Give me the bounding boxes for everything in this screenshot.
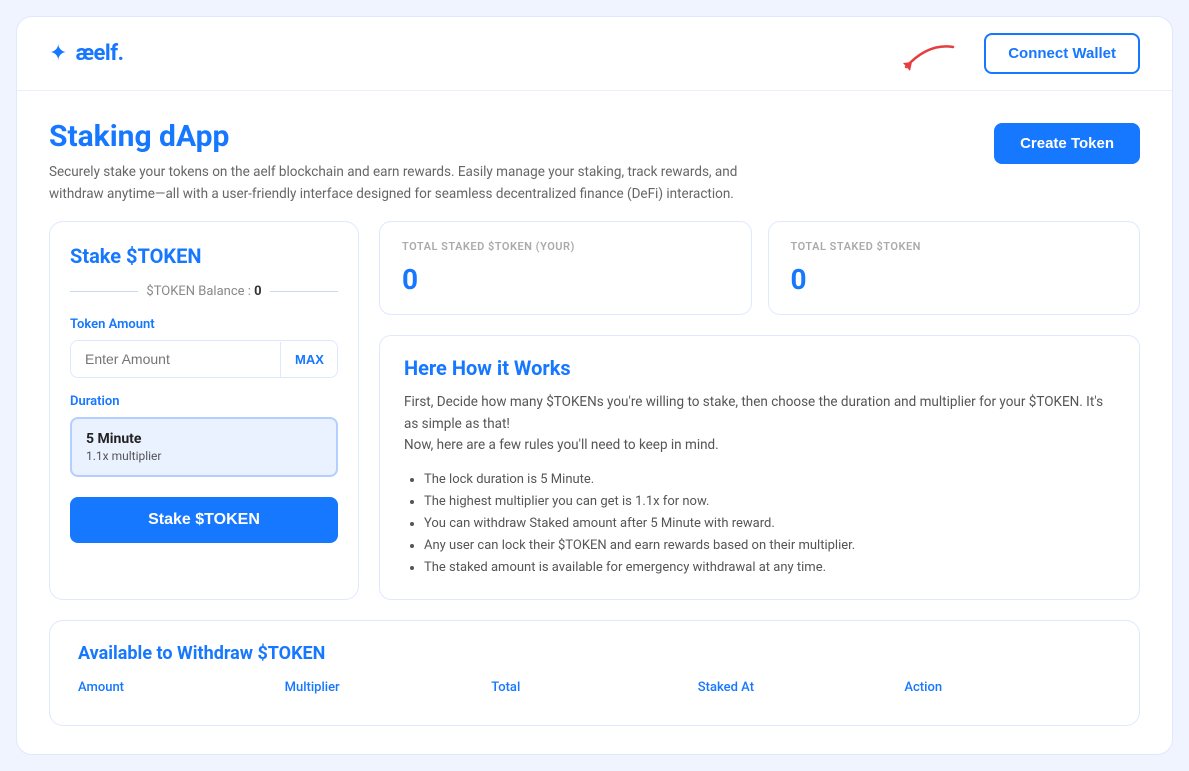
duration-option[interactable]: 5 Minute 1.1x multiplier — [70, 417, 338, 477]
rule-item: The highest multiplier you can get is 1.… — [424, 491, 1115, 513]
balance-label: $TOKEN Balance : 0 — [146, 284, 261, 299]
stats-row: TOTAL STAKED $TOKEN (YOUR) 0 TOTAL STAKE… — [379, 221, 1140, 315]
rule-item: Any user can lock their $TOKEN and earn … — [424, 535, 1115, 557]
duration-option-sub: 1.1x multiplier — [86, 449, 322, 463]
logo-text: æelf. — [75, 41, 123, 66]
duration-label: Duration — [70, 394, 338, 409]
max-button[interactable]: MAX — [280, 342, 338, 377]
main-card: ✦ æelf. Connect Wallet Staking dApp Secu… — [16, 16, 1173, 755]
balance-line-left — [70, 291, 138, 292]
main-grid: Stake $TOKEN $TOKEN Balance : 0 Token Am… — [49, 221, 1140, 600]
page-header-left: Staking dApp Securely stake your tokens … — [49, 119, 749, 205]
duration-option-title: 5 Minute — [86, 431, 322, 447]
stake-button[interactable]: Stake $TOKEN — [70, 497, 338, 543]
create-token-button[interactable]: Create Token — [994, 123, 1140, 164]
app-container: ✦ æelf. Connect Wallet Staking dApp Secu… — [0, 0, 1189, 771]
rule-item: You can withdraw Staked amount after 5 M… — [424, 513, 1115, 535]
header: ✦ æelf. Connect Wallet — [17, 17, 1172, 91]
col-staked-at: Staked At — [698, 680, 905, 695]
page-title: Staking dApp — [49, 119, 749, 154]
how-it-works-card: Here How it Works First, Decide how many… — [379, 335, 1140, 600]
table-header: Amount Multiplier Total Staked At Action — [78, 680, 1111, 703]
how-intro-line1: First, Decide how many $TOKENs you're wi… — [404, 392, 1115, 457]
col-amount: Amount — [78, 680, 285, 695]
page-description: Securely stake your tokens on the aelf b… — [49, 162, 749, 205]
connect-wallet-button[interactable]: Connect Wallet — [984, 33, 1140, 74]
your-staked-label: TOTAL STAKED $TOKEN (YOUR) — [402, 240, 729, 253]
logo-icon: ✦ — [49, 41, 67, 66]
your-staked-value: 0 — [402, 263, 729, 296]
col-total: Total — [491, 680, 698, 695]
balance-line-right — [270, 291, 338, 292]
your-staked-card: TOTAL STAKED $TOKEN (YOUR) 0 — [379, 221, 752, 315]
balance-value: 0 — [254, 284, 261, 299]
withdraw-title: Available to Withdraw $TOKEN — [78, 643, 1111, 664]
balance-row: $TOKEN Balance : 0 — [70, 284, 338, 299]
total-staked-value: 0 — [791, 263, 1118, 296]
total-staked-label: TOTAL STAKED $TOKEN — [791, 240, 1118, 253]
how-rules-list: The lock duration is 5 Minute. The highe… — [404, 469, 1115, 579]
total-staked-card: TOTAL STAKED $TOKEN 0 — [768, 221, 1141, 315]
amount-input[interactable] — [71, 341, 280, 377]
logo-area: ✦ æelf. — [49, 41, 123, 66]
connect-wallet-area: Connect Wallet — [984, 33, 1140, 74]
amount-input-row: MAX — [70, 340, 338, 378]
col-action: Action — [904, 680, 1111, 695]
right-panel: TOTAL STAKED $TOKEN (YOUR) 0 TOTAL STAKE… — [379, 221, 1140, 600]
token-amount-label: Token Amount — [70, 317, 338, 332]
withdraw-section: Available to Withdraw $TOKEN Amount Mult… — [49, 620, 1140, 726]
rule-item: The lock duration is 5 Minute. — [424, 469, 1115, 491]
how-title: Here How it Works — [404, 356, 1115, 380]
col-multiplier: Multiplier — [285, 680, 492, 695]
page-content: Staking dApp Securely stake your tokens … — [17, 91, 1172, 754]
stake-card-title: Stake $TOKEN — [70, 244, 338, 268]
page-header: Staking dApp Securely stake your tokens … — [49, 119, 1140, 205]
stake-card: Stake $TOKEN $TOKEN Balance : 0 Token Am… — [49, 221, 359, 600]
rule-item: The staked amount is available for emerg… — [424, 557, 1115, 579]
arrow-annotation — [898, 39, 958, 83]
